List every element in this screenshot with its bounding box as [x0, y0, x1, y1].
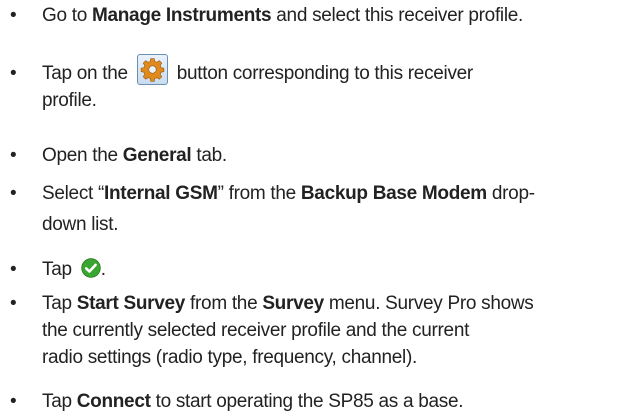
step-text: Go to Manage Instruments and select this… [42, 5, 524, 26]
ui-term: Start Survey [76, 293, 186, 314]
bullet: • [10, 5, 17, 26]
step-text: Tap . [42, 258, 106, 280]
bullet: • [10, 183, 17, 204]
ui-term: Connect [76, 391, 151, 412]
step-text: Select “Internal GSM” from the Backup Ba… [42, 183, 535, 235]
bullet: • [10, 259, 17, 280]
gear-icon [136, 54, 168, 85]
ui-term: Manage Instruments [91, 5, 272, 26]
step-text: Open the General tab. [42, 145, 227, 166]
step-text: Tap Start Survey from the Survey menu. S… [42, 293, 534, 368]
step-text: Tap Connect to start operating the SP85 … [42, 391, 464, 412]
step-text: Tap on the button corresponding to this … [42, 54, 637, 114]
bullet: • [10, 293, 17, 314]
ui-term: Internal GSM [104, 183, 218, 204]
ok-check-icon [81, 258, 101, 278]
ui-term: Backup Base Modem [300, 183, 487, 204]
bullet: • [10, 391, 17, 412]
ui-term: Survey [262, 293, 324, 314]
bullet: • [10, 63, 17, 84]
bullet: • [10, 145, 17, 166]
ui-term: General [122, 145, 192, 166]
